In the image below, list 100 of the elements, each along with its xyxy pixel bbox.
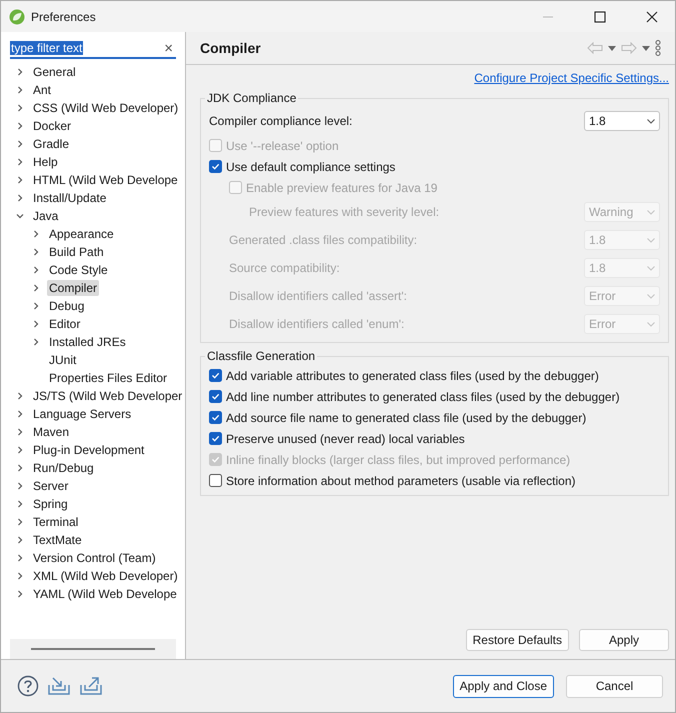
chevron-right-icon[interactable] [15,517,25,527]
checkbox[interactable] [209,432,222,445]
chevron-right-icon[interactable] [15,535,25,545]
import-icon[interactable] [47,676,71,696]
chevron-down-icon [646,235,656,245]
filter-field[interactable]: type filter text × [10,39,176,59]
chevron-right-icon[interactable] [15,175,25,185]
tree-item[interactable]: Docker [31,118,74,134]
checkbox[interactable] [209,160,222,173]
checkbox-label: Add line number attributes to generated class files (used by the debugger) [226,390,620,404]
field-label: Preview features with severity level: [249,205,440,219]
clear-button[interactable]: × [161,40,176,56]
chevron-right-icon[interactable] [15,85,25,95]
checkbox-label: Store information about method parameters (usable via reflection) [226,474,576,488]
group-title: JDK Compliance [206,91,298,105]
chevron-right-icon[interactable] [15,157,25,167]
checkbox[interactable] [209,390,222,403]
field-label: Disallow identifiers called 'enum': [229,317,404,331]
scrollbar-thumb[interactable] [31,648,155,650]
tree-item[interactable]: Editor [47,316,82,332]
dialog-button[interactable]: Apply and Close [452,674,554,698]
tree-item[interactable]: JUnit [47,352,78,368]
tree-item[interactable]: Gradle [31,136,72,152]
group-title: Classfile Generation [206,349,316,363]
chevron-right-icon[interactable] [31,265,41,275]
chevron-right-icon[interactable] [15,427,25,437]
page-title: Compiler [200,40,261,56]
tree-item[interactable]: Run/Debug [31,460,96,476]
checkbox-label: Preserve unused (never read) local variables [226,432,465,446]
filter-text: type filter text [10,41,84,55]
chevron-right-icon[interactable] [15,121,25,131]
chevron-right-icon[interactable] [15,553,25,563]
tree-item[interactable]: Properties Files Editor [47,370,170,386]
tree-item[interactable]: CSS (Wild Web Developer) [31,100,180,116]
tree-item[interactable]: HTML (Wild Web Develope [31,172,180,188]
chevron-right-icon[interactable] [15,139,25,149]
chevron-down-icon [646,116,656,126]
chevron-right-icon[interactable] [15,481,25,491]
page-button[interactable]: Restore Defaults [466,629,569,651]
chevron-right-icon[interactable] [31,319,41,329]
dropdown[interactable]: 1.8 [584,111,660,131]
chevron-right-icon[interactable] [15,499,25,509]
chevron-right-icon[interactable] [31,247,41,257]
chevron-right-icon[interactable] [15,409,25,419]
more-icon[interactable] [655,40,661,56]
tree-item[interactable]: General [31,64,78,80]
caret-down-icon[interactable] [642,46,650,50]
tree-item[interactable]: Plug-in Development [31,442,146,458]
tree-item[interactable]: Language Servers [31,406,134,422]
field-label: Source compatibility: [229,261,340,275]
tree-item[interactable]: Java [31,208,60,224]
checkbox[interactable] [209,474,222,487]
chevron-right-icon[interactable] [15,103,25,113]
chevron-right-icon[interactable] [15,589,25,599]
tree-item[interactable]: Install/Update [31,190,108,206]
chevron-right-icon[interactable] [31,301,41,311]
chevron-down-icon[interactable] [15,211,25,221]
tree-item[interactable]: XML (Wild Web Developer) [31,568,180,584]
chevron-down-icon [646,319,656,329]
chevron-right-icon[interactable] [15,391,25,401]
tree-item[interactable]: YAML (Wild Web Develope [31,586,179,602]
chevron-right-icon[interactable] [15,463,25,473]
tree-item[interactable]: Debug [47,298,86,314]
chevron-right-icon[interactable] [15,67,25,77]
tree-item[interactable]: Terminal [31,514,80,530]
page-button[interactable]: Apply [579,629,669,651]
tree-item[interactable]: JS/TS (Wild Web Developer [31,388,184,404]
caret-down-icon[interactable] [608,46,616,50]
export-icon[interactable] [79,676,103,696]
tree-item[interactable]: Server [31,478,70,494]
checkbox-label: Enable preview features for Java 19 [246,180,438,194]
tree-item[interactable]: Build Path [47,244,106,260]
dialog-button[interactable]: Cancel [566,674,663,698]
tree-item[interactable]: Maven [31,424,72,440]
tree-item[interactable]: Compiler [47,280,100,296]
tree-item[interactable]: Ant [31,82,54,98]
tree-item[interactable]: Appearance [47,226,116,242]
tree-item[interactable]: TextMate [31,532,84,548]
checkbox[interactable] [209,411,222,424]
tree-item[interactable]: Version Control (Team) [31,550,158,566]
tree-item[interactable]: Spring [31,496,70,512]
checkbox-label: Add variable attributes to generated class files (used by the debugger) [226,368,599,382]
chevron-right-icon[interactable] [15,193,25,203]
chevron-right-icon[interactable] [31,283,41,293]
window-title: Preferences [31,10,96,24]
checkbox-label: Use default compliance settings [226,160,396,174]
chevron-right-icon[interactable] [15,571,25,581]
project-settings-link[interactable]: Configure Project Specific Settings... [474,71,669,85]
maximize-icon[interactable] [594,10,606,22]
help-icon[interactable] [17,675,39,697]
tree-item[interactable]: Code Style [47,262,110,278]
checkbox[interactable] [209,369,222,382]
chevron-right-icon[interactable] [31,337,41,347]
tree-item[interactable]: Help [31,154,60,170]
tree-item[interactable]: Installed JREs [47,334,128,350]
close-icon[interactable] [646,10,658,22]
checkbox-label: Use '--release' option [226,138,339,152]
chevron-right-icon[interactable] [15,445,25,455]
field-label: Generated .class files compatibility: [229,233,418,247]
chevron-right-icon[interactable] [31,229,41,239]
